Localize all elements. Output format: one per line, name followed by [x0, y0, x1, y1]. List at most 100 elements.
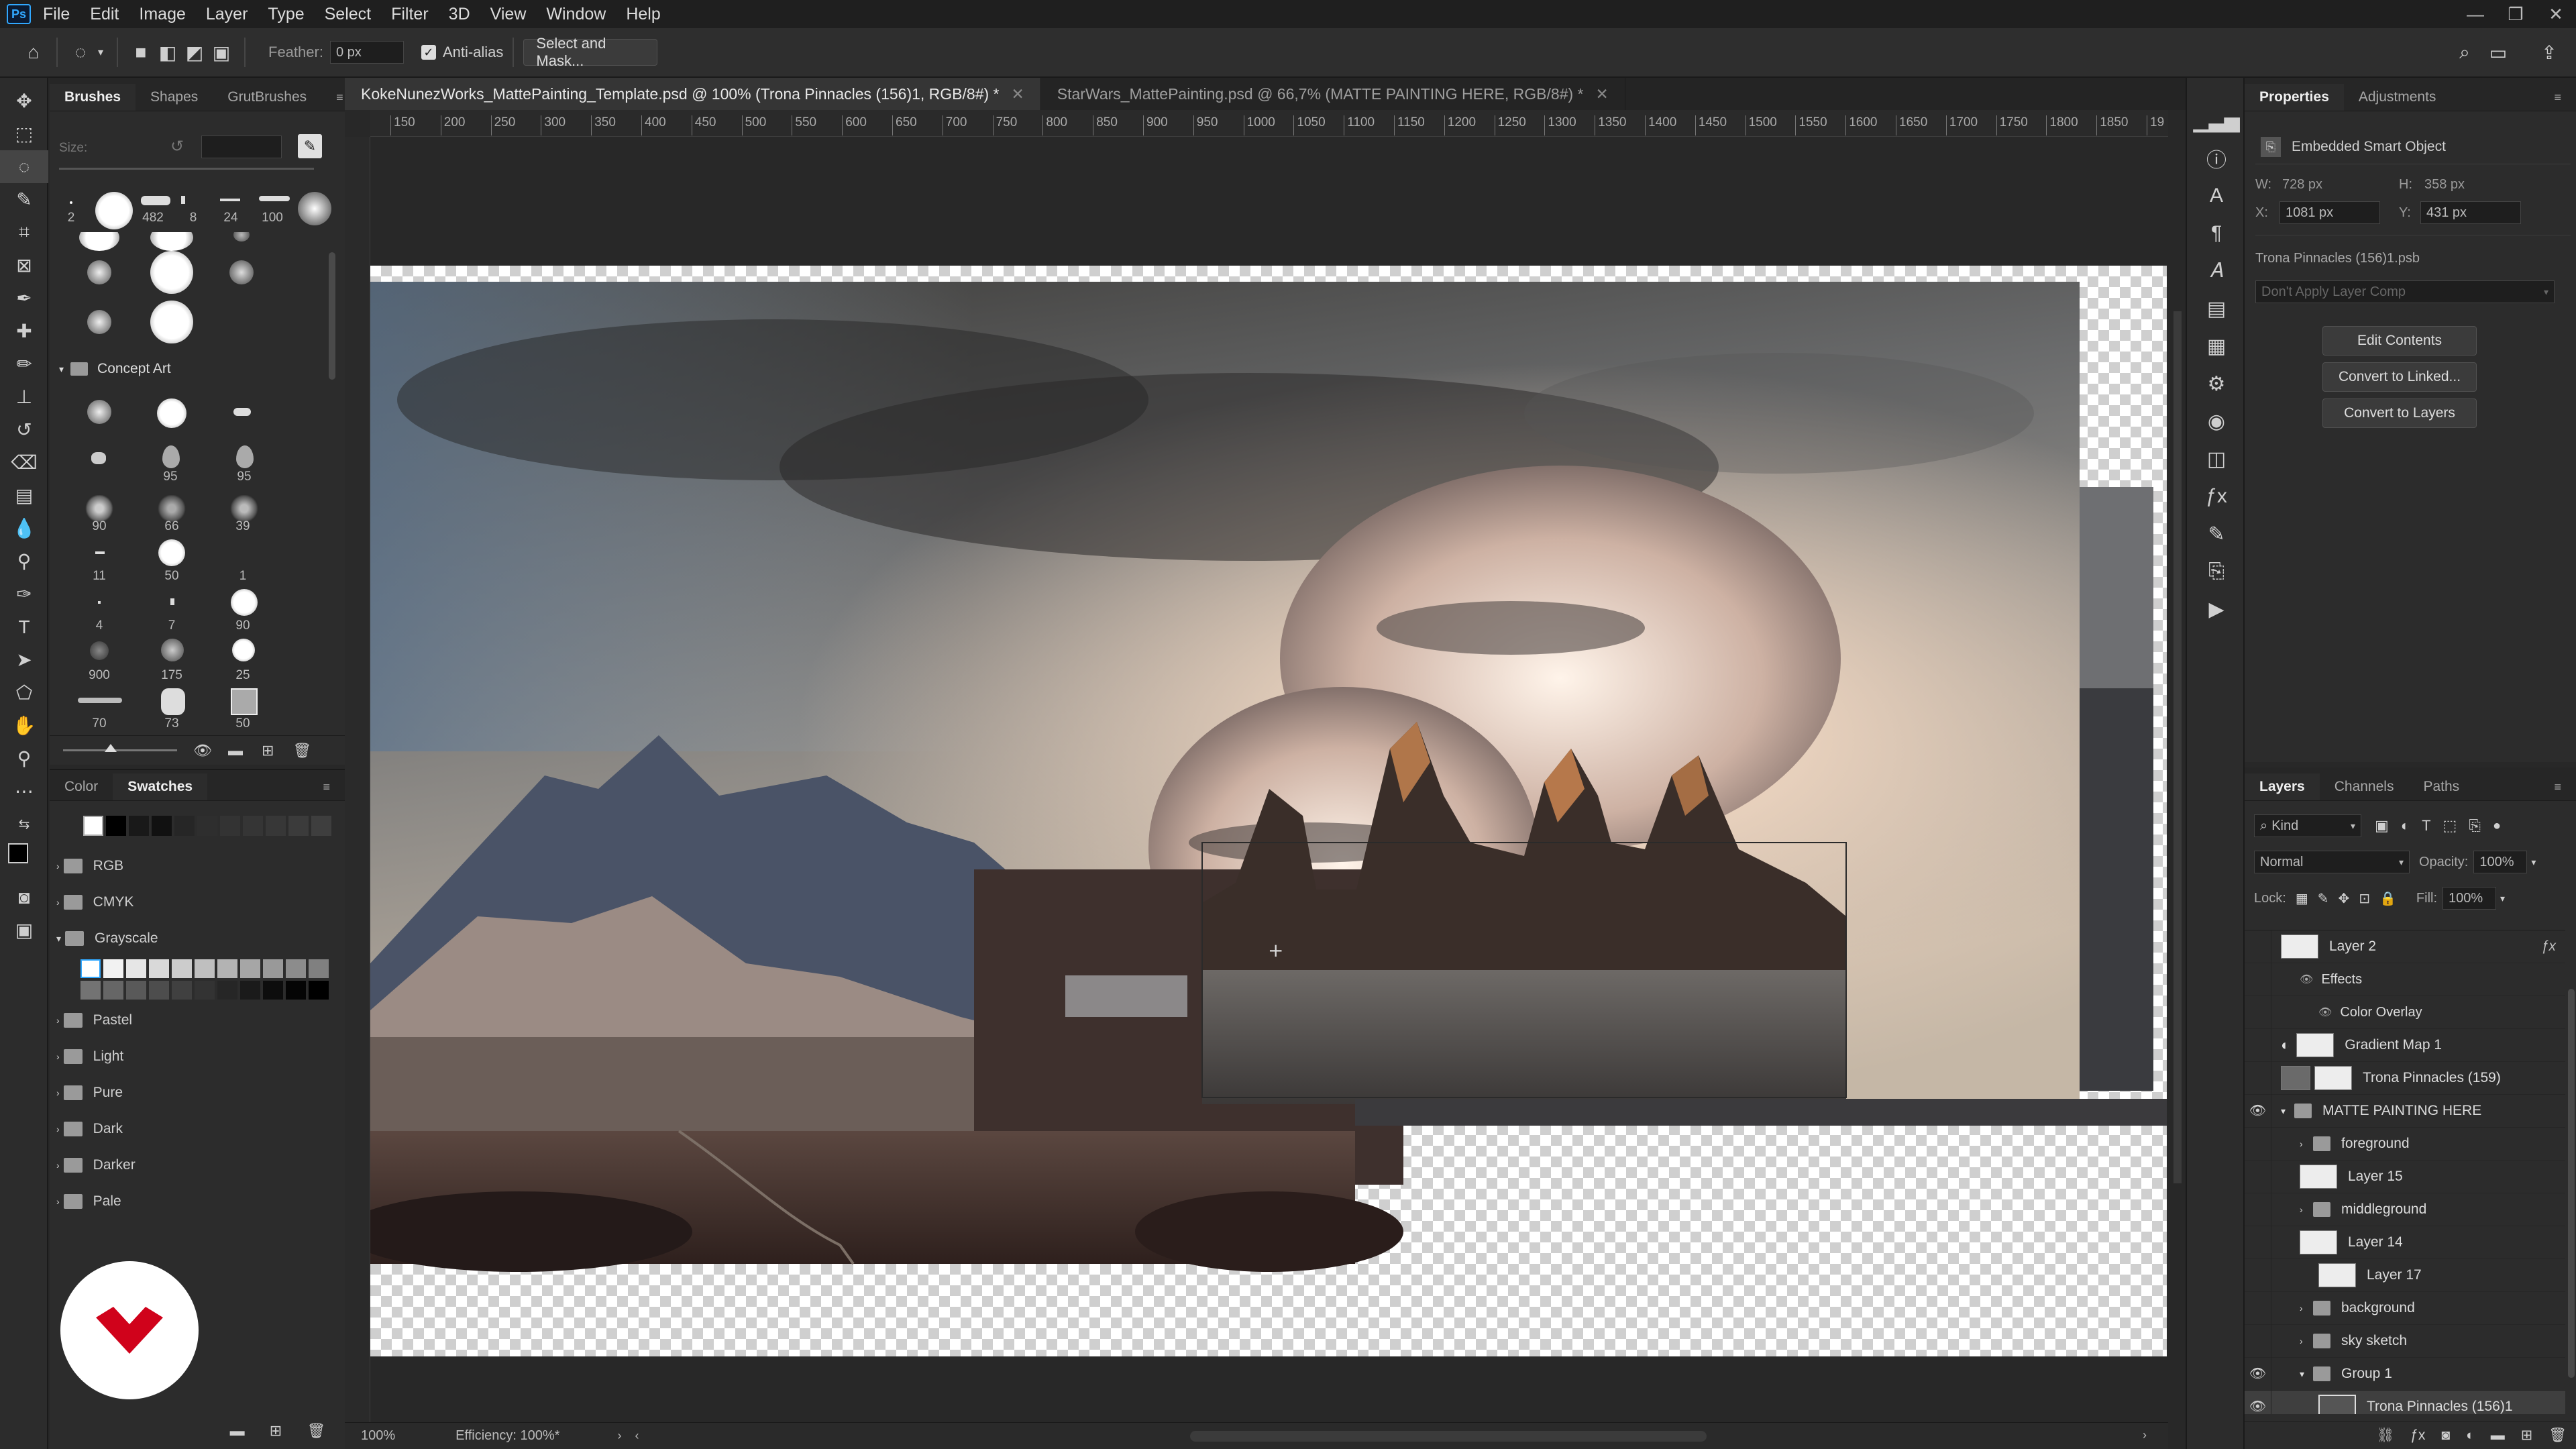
add-mask-icon[interactable]: ◙: [2441, 1428, 2450, 1444]
recent-brush[interactable]: [298, 192, 331, 225]
chevron-down-icon[interactable]: ▾: [2531, 857, 2536, 868]
brush-preset[interactable]: [157, 398, 186, 428]
menu-type[interactable]: Type: [268, 5, 304, 24]
menu-window[interactable]: Window: [546, 5, 606, 24]
horizontal-scrollbar[interactable]: [1190, 1431, 1707, 1442]
lock-all-icon[interactable]: 🔒: [2379, 890, 2396, 907]
panel-menu-icon[interactable]: ≡: [2539, 84, 2576, 111]
layer-name[interactable]: Effects: [2321, 972, 2362, 987]
opacity-input[interactable]: 100%: [2473, 851, 2528, 873]
document-tab[interactable]: StarWars_MattePainting.psd @ 66,7% (MATT…: [1041, 78, 1625, 110]
fx-icon[interactable]: ƒx: [2541, 938, 2556, 955]
effect-visibility-icon[interactable]: 👁: [2300, 973, 2313, 986]
feather-input[interactable]: 0 px: [329, 41, 404, 64]
new-swatch-icon[interactable]: ⊞: [270, 1422, 282, 1440]
zoom-tool-icon[interactable]: ⚲: [0, 742, 48, 775]
screen-mode-icon[interactable]: ▣: [0, 914, 48, 947]
layer-name[interactable]: Layer 2: [2329, 938, 2376, 955]
chevron-right-icon[interactable]: ›: [617, 1429, 621, 1443]
recent-brush[interactable]: [220, 199, 240, 201]
swatch[interactable]: [195, 959, 215, 978]
brush-preset[interactable]: [150, 232, 193, 251]
recent-brush[interactable]: [95, 192, 133, 229]
swatch-group-pure[interactable]: › Pure: [56, 1075, 338, 1111]
filter-shape-icon[interactable]: ⬚: [2443, 817, 2457, 835]
layer-name[interactable]: Trona Pinnacles (159): [2363, 1070, 2501, 1086]
canvas-area[interactable]: +: [370, 137, 2182, 1422]
visibility-toggle[interactable]: [2245, 1127, 2271, 1161]
menu-image[interactable]: Image: [139, 5, 185, 24]
visibility-toggle[interactable]: [2245, 996, 2271, 1029]
visibility-toggle[interactable]: [2245, 963, 2271, 996]
swatch[interactable]: [309, 981, 329, 1000]
layer-name[interactable]: foreground: [2341, 1136, 2410, 1152]
new-group-icon[interactable]: ▬: [230, 1422, 245, 1440]
chevron-down-icon[interactable]: ▾: [94, 39, 107, 66]
clone-source-icon[interactable]: ⎘: [2187, 553, 2246, 590]
panel-menu-icon[interactable]: ≡: [2539, 773, 2576, 800]
tab-shapes[interactable]: Shapes: [136, 84, 213, 111]
swatch-group-pale[interactable]: › Pale: [56, 1183, 338, 1220]
layer-thumbnail[interactable]: [2281, 934, 2318, 959]
type-tool-icon[interactable]: T: [0, 610, 48, 643]
layer-name[interactable]: MATTE PAINTING HERE: [2322, 1103, 2481, 1119]
notes-icon[interactable]: ▦: [2187, 327, 2246, 365]
swatch[interactable]: [172, 981, 192, 1000]
layer-mask-thumbnail[interactable]: [2296, 1033, 2334, 1057]
reset-icon[interactable]: ↺: [170, 137, 184, 156]
character-icon[interactable]: A: [2187, 177, 2246, 215]
swatch[interactable]: [152, 816, 172, 836]
layer-row[interactable]: ◐ Gradient Map 1: [2245, 1028, 2565, 1062]
layer-row-selected[interactable]: 👁 Trona Pinnacles (156)1: [2245, 1390, 2565, 1414]
layer-name[interactable]: middleground: [2341, 1201, 2426, 1218]
brush-preset[interactable]: [150, 251, 193, 294]
tab-brushes[interactable]: Brushes: [50, 84, 136, 111]
layer-row[interactable]: 👁 ▾ Group 1: [2245, 1357, 2565, 1391]
lock-position-icon[interactable]: ✥: [2338, 890, 2349, 907]
panel-menu-icon[interactable]: ≡: [308, 773, 345, 800]
layer-name[interactable]: sky sketch: [2341, 1333, 2407, 1349]
layer-name[interactable]: Layer 14: [2348, 1234, 2403, 1250]
swatch[interactable]: [106, 816, 126, 836]
swatch[interactable]: [197, 816, 217, 836]
swatch[interactable]: [126, 981, 146, 1000]
styles-icon[interactable]: ◫: [2187, 440, 2246, 478]
swatch[interactable]: [217, 959, 237, 978]
fill-input[interactable]: 100%: [2443, 887, 2497, 910]
brush-preset[interactable]: [233, 232, 250, 241]
layer-thumbnail[interactable]: [2300, 1230, 2337, 1254]
chevron-right-icon[interactable]: ›: [2300, 1138, 2313, 1149]
layer-comp-select[interactable]: Don't Apply Layer Comp ▾: [2255, 280, 2555, 303]
layer-name[interactable]: Layer 15: [2348, 1169, 2403, 1185]
workspace-icon[interactable]: ▭: [2485, 39, 2512, 66]
lasso-tool-icon[interactable]: ◌: [67, 39, 94, 66]
chevron-right-icon[interactable]: ›: [2300, 1336, 2313, 1346]
layer-name[interactable]: Group 1: [2341, 1366, 2392, 1382]
layer-name[interactable]: Gradient Map 1: [2345, 1037, 2442, 1053]
marquee-tool-icon[interactable]: ⬚: [0, 117, 48, 150]
recent-brush[interactable]: [181, 196, 185, 204]
swatch[interactable]: [126, 959, 146, 978]
chevron-right-icon[interactable]: ›: [2143, 1428, 2147, 1442]
brush-preset[interactable]: [236, 445, 254, 468]
healing-brush-icon[interactable]: ✚: [0, 315, 48, 347]
layer-row[interactable]: 👁 Color Overlay: [2245, 996, 2565, 1029]
swatch-group-dark[interactable]: › Dark: [56, 1111, 338, 1147]
layer-row[interactable]: Layer 14: [2245, 1226, 2565, 1259]
swatch[interactable]: [243, 816, 263, 836]
zoom-level[interactable]: 100%: [361, 1428, 395, 1444]
swatch-group-cmyk[interactable]: › CMYK: [56, 884, 338, 920]
menu-edit[interactable]: Edit: [90, 5, 119, 24]
layer-name[interactable]: background: [2341, 1300, 2415, 1316]
brush-preset[interactable]: [233, 408, 251, 416]
swatch-group-light[interactable]: › Light: [56, 1038, 338, 1075]
recent-brush[interactable]: [70, 201, 72, 204]
trash-icon[interactable]: 🗑: [2548, 1428, 2567, 1444]
toggle-preview-icon[interactable]: 👁: [193, 742, 212, 759]
new-group-icon[interactable]: ▬: [228, 742, 243, 759]
properties-icon[interactable]: ⚙: [2187, 365, 2246, 402]
layer-row[interactable]: 👁 Effects: [2245, 963, 2565, 996]
brush-preset[interactable]: [98, 601, 101, 604]
pen-tool-icon[interactable]: ✑: [0, 578, 48, 610]
swatch[interactable]: [311, 816, 331, 836]
